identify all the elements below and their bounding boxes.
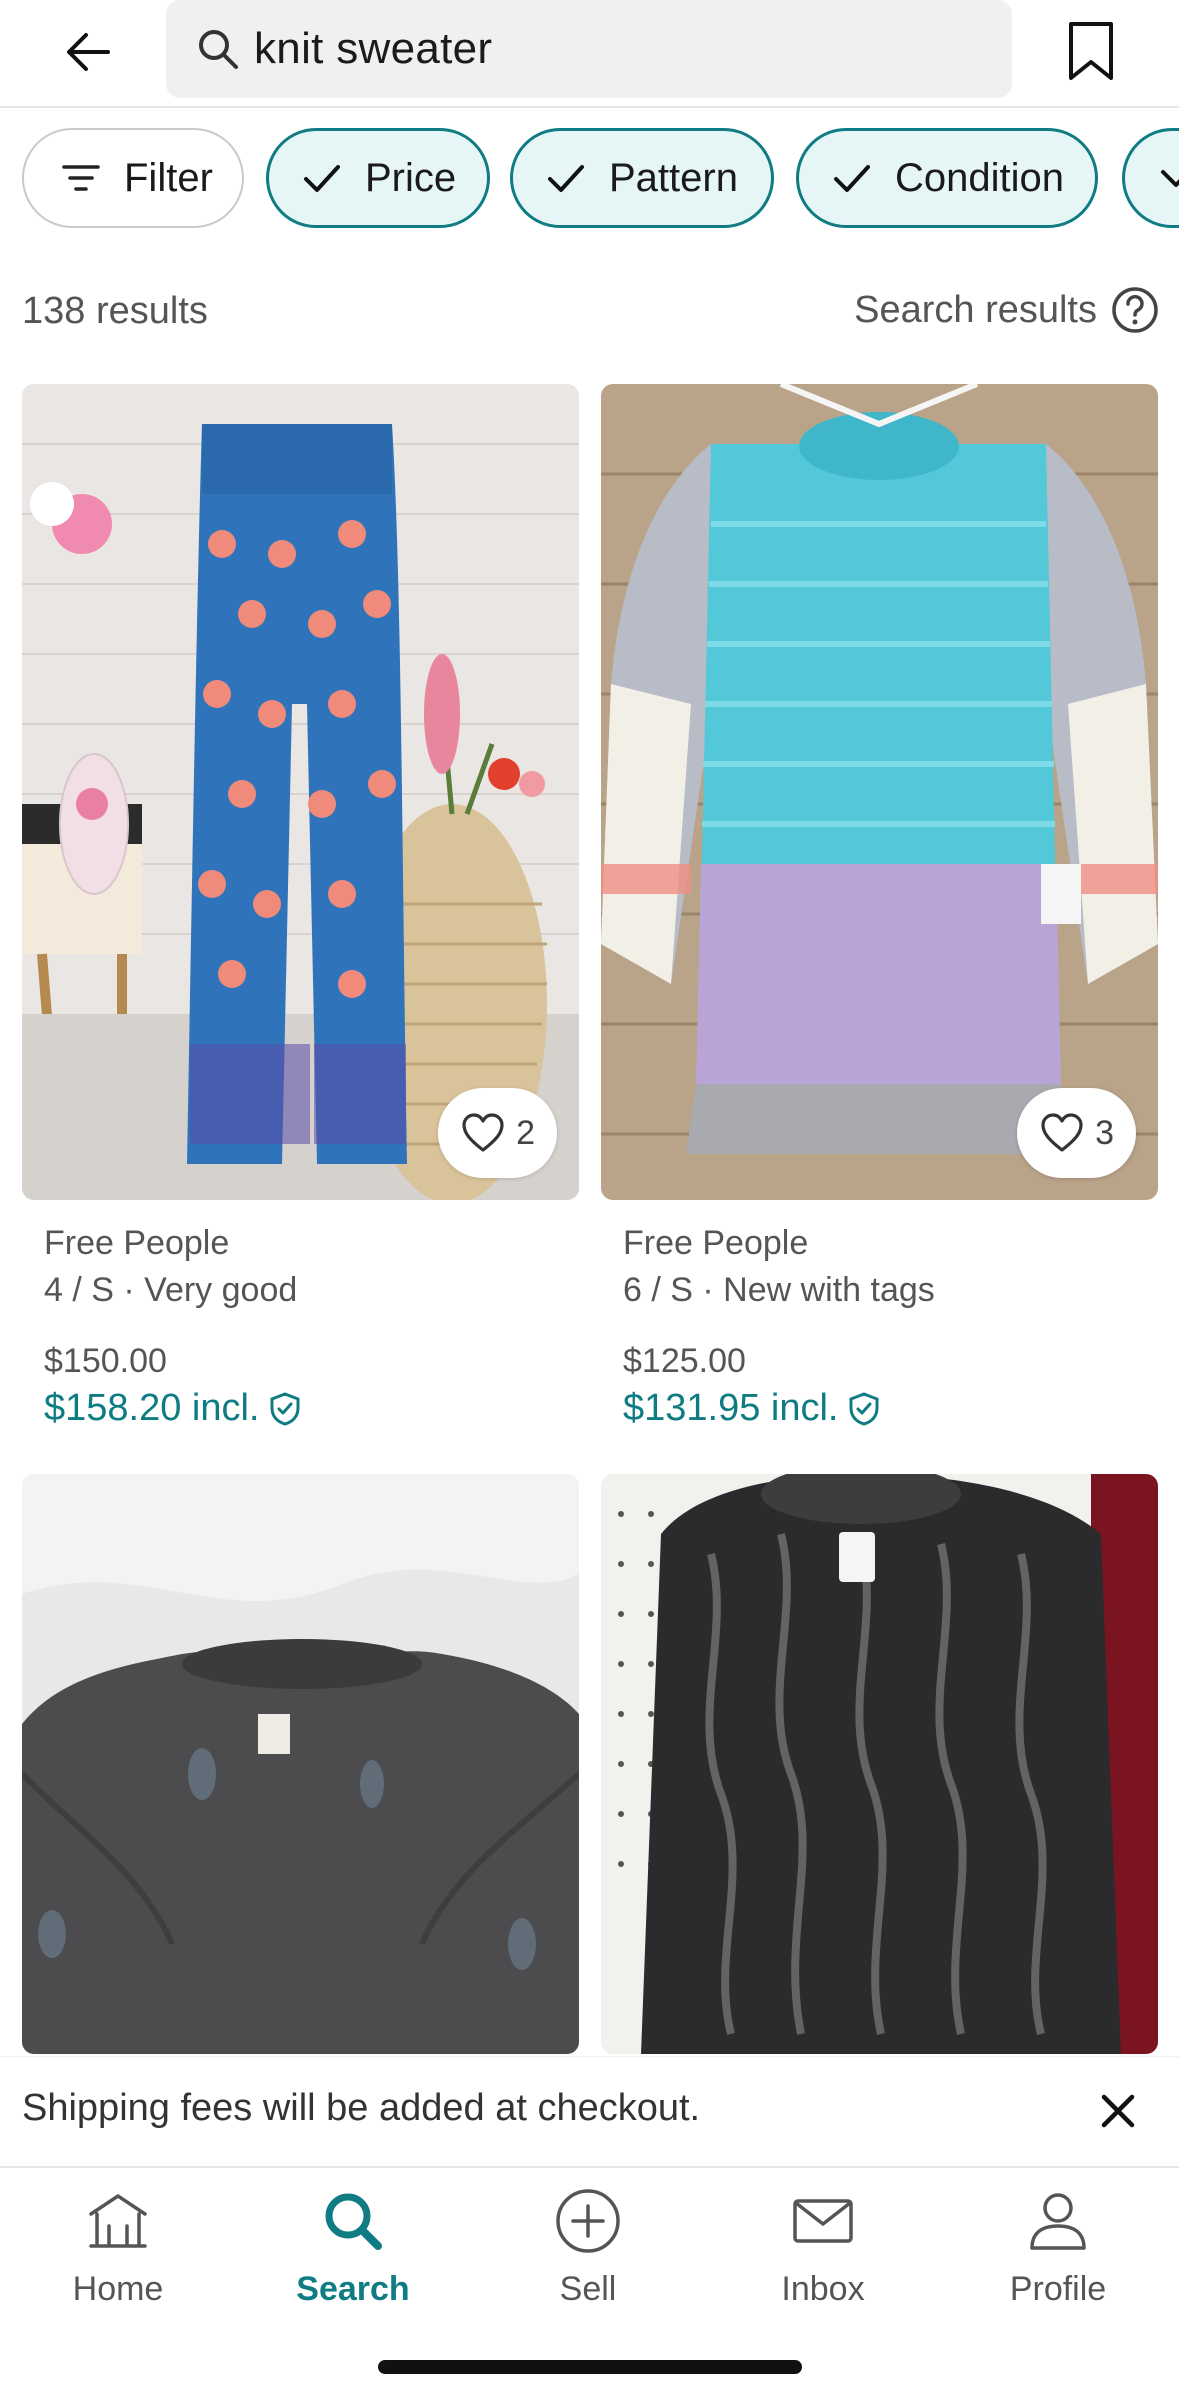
nav-label: Sell xyxy=(559,2270,617,2308)
mail-icon xyxy=(793,2199,853,2243)
listing-card[interactable] xyxy=(601,1474,1158,2054)
listing-photo-charcoal-top[interactable] xyxy=(22,1474,579,2054)
chip-label: Price xyxy=(365,155,457,200)
like-button[interactable]: 3 xyxy=(1017,1088,1136,1178)
listing-photo-cable-knit[interactable] xyxy=(601,1474,1158,2054)
search-results-help[interactable]: Search results xyxy=(854,286,1159,334)
search-icon xyxy=(199,30,238,69)
filter-lines-icon xyxy=(62,165,100,191)
bookmark-icon xyxy=(1069,22,1113,80)
search-query-text: knit sweater xyxy=(254,24,493,73)
chip-label: Condition xyxy=(895,155,1065,200)
nav-profile[interactable]: Profile xyxy=(940,2186,1176,2309)
filter-chip-bar: Filter Price Pattern Condition xyxy=(0,128,1179,230)
heart-icon xyxy=(1041,1113,1083,1152)
listing-card[interactable] xyxy=(22,1474,579,2054)
shipping-fees-text: Shipping fees will be added at checkout. xyxy=(22,2087,701,2129)
listing-card[interactable]: 3 Free People 6 / S · New with tags $125… xyxy=(601,384,1158,1430)
listing-price: $150.00 xyxy=(44,1342,167,1380)
listing-price-incl-text: $131.95 incl. xyxy=(623,1387,839,1429)
buyer-protection-shield-icon xyxy=(849,1391,878,1426)
arrow-left-icon xyxy=(67,33,110,71)
listing-card[interactable]: 2 Free People 4 / S · Very good $150.00 … xyxy=(22,384,579,1430)
chip-filter[interactable]: Filter xyxy=(22,128,244,228)
save-search-button[interactable] xyxy=(1060,16,1122,86)
listing-price-incl: $158.20 incl. xyxy=(44,1387,579,1430)
listing-price: $125.00 xyxy=(623,1342,746,1380)
listing-brand: Free People xyxy=(44,1224,230,1262)
nav-label: Home xyxy=(72,2270,164,2308)
chip-label: Pattern xyxy=(609,155,738,200)
listing-price-incl-text: $158.20 incl. xyxy=(44,1387,260,1429)
like-button[interactable]: 2 xyxy=(438,1088,557,1178)
top-bar: knit sweater xyxy=(0,0,1179,108)
like-count: 3 xyxy=(1095,1113,1114,1152)
check-icon xyxy=(834,165,870,192)
listing-photo-striped-sweater[interactable]: 3 xyxy=(601,384,1158,1200)
listing-photo-blue-floral-pants[interactable]: 2 xyxy=(22,384,579,1200)
home-indicator[interactable] xyxy=(378,2360,802,2374)
chevron-down-icon xyxy=(1161,170,1179,187)
listing-size-condition: 4 / S · Very good xyxy=(44,1271,298,1309)
plus-circle-icon xyxy=(556,2189,620,2253)
listing-image xyxy=(22,1474,579,2054)
results-count: 138 results xyxy=(22,290,208,332)
listing-image xyxy=(601,1474,1158,2054)
listing-price-incl: $131.95 incl. xyxy=(623,1387,1158,1430)
nav-label: Search xyxy=(296,2270,410,2308)
nav-sell[interactable]: Sell xyxy=(470,2186,706,2309)
search-input[interactable]: knit sweater xyxy=(166,0,1012,98)
nav-label: Inbox xyxy=(781,2270,865,2308)
nav-inbox[interactable]: Inbox xyxy=(705,2186,941,2309)
heart-icon xyxy=(462,1113,504,1152)
buyer-protection-shield-icon xyxy=(270,1391,299,1426)
listing-image xyxy=(601,384,1158,1200)
chip-condition[interactable]: Condition xyxy=(796,128,1098,228)
check-icon xyxy=(304,165,340,192)
chip-label: Filter xyxy=(124,155,213,200)
chip-pattern[interactable]: Pattern xyxy=(510,128,774,228)
nav-label: Profile xyxy=(1009,2270,1107,2308)
listing-size-condition: 6 / S · New with tags xyxy=(623,1271,935,1309)
bank-home-icon xyxy=(89,2194,147,2248)
nav-home[interactable]: Home xyxy=(0,2186,236,2309)
question-circle-icon xyxy=(1112,287,1158,333)
close-icon[interactable] xyxy=(1094,2087,1142,2135)
check-icon xyxy=(548,165,584,192)
chip-more[interactable] xyxy=(1122,128,1179,228)
chip-price[interactable]: Price xyxy=(266,128,490,228)
shipping-fees-banner: Shipping fees will be added at checkout. xyxy=(0,2056,1179,2166)
person-icon xyxy=(1030,2193,1086,2250)
like-count: 2 xyxy=(516,1113,535,1152)
search-icon xyxy=(325,2193,382,2250)
listing-image xyxy=(22,384,579,1200)
listing-brand: Free People xyxy=(623,1224,809,1262)
nav-search[interactable]: Search xyxy=(235,2186,471,2309)
back-button[interactable] xyxy=(56,20,120,84)
search-results-label: Search results xyxy=(854,288,1097,331)
